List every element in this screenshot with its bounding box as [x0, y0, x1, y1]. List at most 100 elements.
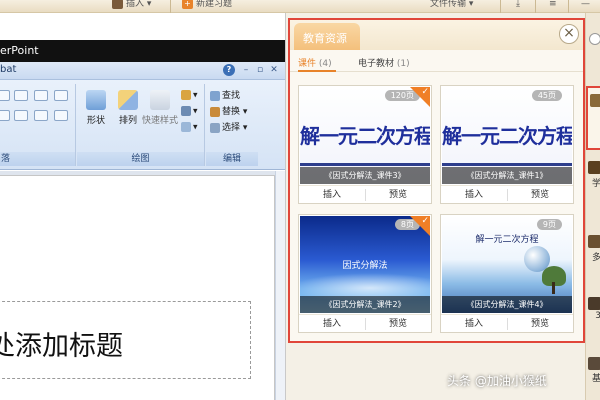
panel-title: 教育资源: [303, 32, 347, 45]
new-exercise-button[interactable]: + 新建习题: [182, 0, 232, 12]
ppt-tab-text[interactable]: bat: [0, 64, 16, 75]
education-resources-entry[interactable]: [586, 86, 600, 150]
panel-header: 教育资源 ×: [290, 20, 583, 50]
arrange-button[interactable]: 排列: [113, 90, 143, 126]
replace-button[interactable]: 替换 ▾: [210, 104, 247, 117]
paragraph-group-label: 落: [0, 152, 75, 166]
align-center-icon[interactable]: [14, 110, 28, 121]
tab-courseware-label: 课件: [298, 59, 317, 69]
select-button[interactable]: 选择 ▾: [210, 120, 247, 133]
indent-icon[interactable]: [34, 90, 48, 101]
insert-button[interactable]: 插入: [441, 186, 507, 203]
preview-button[interactable]: 预览: [507, 315, 573, 332]
tab-courseware[interactable]: 课件 (4): [298, 56, 332, 69]
courseware-thumbnail[interactable]: 因式分解法 8页 ✓ 《因式分解法_课件2》: [300, 216, 430, 313]
numbering-icon[interactable]: [14, 90, 28, 101]
restore-icon[interactable]: ▫: [254, 64, 266, 76]
thumbnail-title: 解一元二次方程: [300, 124, 430, 148]
courseware-card[interactable]: 解一元二次方程 9页 《因式分解法_课件4》 插入 预览: [440, 214, 574, 333]
courseware-caption: 《因式分解法_课件2》: [300, 296, 430, 313]
bullets-icon[interactable]: [0, 90, 10, 101]
shape-icon: [86, 90, 106, 110]
shape-label: 形状: [86, 116, 105, 126]
tab-e-textbook[interactable]: 电子教材 (1): [358, 56, 410, 69]
ppt-tab-bar: bat ? – ▫ ✕: [0, 62, 285, 80]
insert-menu-button[interactable]: 插入 ▾: [112, 0, 151, 12]
powerpoint-window: erPoint bat ? – ▫ ✕ 落 形状 排列 快速样式 ▾ ▾ ▾ 绘…: [0, 13, 286, 400]
three-d-icon[interactable]: [588, 297, 600, 310]
title-placeholder-text: 处添加标题: [0, 331, 123, 362]
thumbnail-title: 因式分解法: [342, 261, 388, 271]
help-icon[interactable]: ?: [223, 64, 235, 76]
minimize-icon[interactable]: —: [581, 0, 590, 12]
preview-button[interactable]: 预览: [365, 186, 431, 203]
insert-button[interactable]: 插入: [441, 315, 507, 332]
page-count-badge: 45页: [531, 90, 562, 101]
align-left-icon[interactable]: [0, 110, 10, 121]
fill-color-icon[interactable]: ▾: [181, 90, 198, 101]
outline-color-icon[interactable]: ▾: [181, 106, 198, 117]
ribbon-group-paragraph: 落: [0, 84, 76, 166]
courseware-caption: 《因式分解法_课件4》: [442, 296, 572, 313]
education-resources-panel: 教育资源 × 课件 (4) 电子教材 (1) 解一元二次方程 120页 ✓ 《因…: [288, 18, 585, 343]
side-label-multi: 多: [591, 253, 600, 263]
insert-icon: [112, 0, 123, 9]
select-label: 选择: [222, 123, 241, 133]
side-label-3d: 3: [595, 311, 600, 321]
quick-style-button[interactable]: 快速样式: [141, 90, 179, 126]
columns-icon[interactable]: [54, 110, 68, 121]
quick-style-label: 快速样式: [141, 116, 178, 126]
align-right-icon[interactable]: [34, 110, 48, 121]
shape-button[interactable]: 形状: [81, 90, 111, 126]
title-placeholder[interactable]: 处添加标题: [0, 301, 251, 379]
category-tabs: 课件 (4) 电子教材 (1): [290, 50, 583, 72]
courseware-thumbnail[interactable]: 解一元二次方程 9页 《因式分解法_课件4》: [442, 216, 572, 313]
topbar-divider: [568, 0, 569, 13]
resources-icon: [590, 94, 600, 107]
courseware-thumbnail[interactable]: 解一元二次方程 120页 ✓ 《因式分解法_课件3》: [300, 87, 430, 184]
find-button[interactable]: 查找: [210, 88, 240, 101]
card-actions: 插入 预览: [299, 185, 431, 203]
insert-button[interactable]: 插入: [299, 186, 365, 203]
courseware-card[interactable]: 解一元二次方程 120页 ✓ 《因式分解法_课件3》 插入 预览: [298, 85, 432, 204]
find-icon: [210, 90, 220, 101]
courseware-thumbnail[interactable]: 解一元二次方程 45页 《因式分解法_课件1》: [442, 87, 572, 184]
multimedia-icon[interactable]: [588, 235, 600, 248]
plus-icon: +: [182, 0, 193, 9]
line-spacing-icon[interactable]: [54, 90, 68, 101]
panel-title-tab: 教育资源: [294, 23, 360, 50]
app-topbar: 插入 ▾ + 新建习题 文件传输 ▾ ⤓ ≡ —: [0, 0, 600, 13]
courseware-card[interactable]: 因式分解法 8页 ✓ 《因式分解法_课件2》 插入 预览: [298, 214, 432, 333]
download-icon[interactable]: ⤓: [516, 0, 520, 12]
slide-canvas: 处添加标题: [0, 175, 275, 400]
file-transfer-label: 文件传输: [430, 0, 467, 9]
topbar-divider: [500, 0, 501, 13]
thumbnail-decoration: [300, 163, 430, 166]
file-transfer-button[interactable]: 文件传输 ▾: [430, 0, 473, 12]
page-count-badge: 9页: [536, 219, 562, 230]
courseware-caption: 《因式分解法_课件3》: [300, 167, 430, 184]
find-label: 查找: [222, 91, 241, 101]
close-icon[interactable]: ✕: [268, 64, 280, 76]
side-toggle[interactable]: [586, 33, 600, 49]
replace-icon: [210, 106, 220, 117]
courseware-card[interactable]: 解一元二次方程 45页 《因式分解法_课件1》 插入 预览: [440, 85, 574, 204]
arrange-label: 排列: [118, 116, 137, 126]
vertical-scrollbar[interactable]: [275, 171, 285, 400]
right-side-strip: 学 多 3 基: [585, 13, 600, 400]
slide-editing-area: 处添加标题: [0, 171, 285, 400]
thumbnail-title: 解一元二次方程: [442, 124, 572, 148]
basic-icon[interactable]: [588, 357, 600, 370]
minimize-ribbon-icon[interactable]: –: [240, 64, 252, 76]
thumbnail-title: 解一元二次方程: [475, 235, 539, 245]
insert-button[interactable]: 插入: [299, 315, 365, 332]
preview-button[interactable]: 预览: [365, 315, 431, 332]
study-icon[interactable]: [588, 161, 600, 174]
settings-icon[interactable]: ≡: [549, 0, 557, 12]
active-tab-indicator: [298, 70, 336, 72]
ppt-window-title: erPoint: [0, 40, 285, 62]
tab-courseware-count: (4): [318, 59, 332, 69]
panel-close-button[interactable]: ×: [559, 24, 579, 44]
effects-icon[interactable]: ▾: [181, 122, 198, 133]
preview-button[interactable]: 预览: [507, 186, 573, 203]
